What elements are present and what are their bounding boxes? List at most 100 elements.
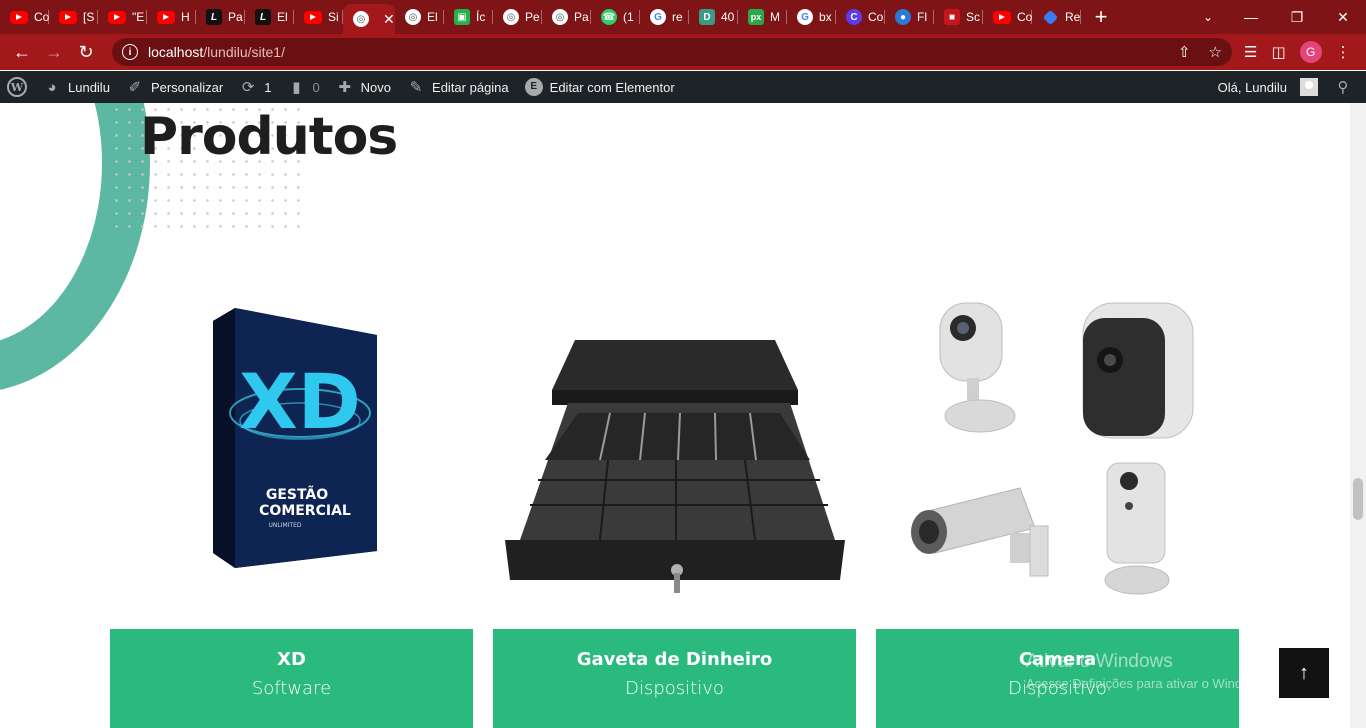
- site-name-label: Lundilu: [68, 79, 110, 95]
- tab-title: M: [770, 10, 780, 24]
- site-name-menu[interactable]: ◕ Lundilu: [35, 71, 118, 103]
- tab-title: Pe: [525, 10, 540, 24]
- product-name: XD: [277, 649, 306, 670]
- tab-title: El: [277, 10, 288, 24]
- tab-title: [S: [83, 10, 95, 24]
- menu-kebab-icon[interactable]: ⋮: [1336, 43, 1351, 61]
- restore-button[interactable]: ❐: [1274, 0, 1320, 34]
- bookmark-star-icon[interactable]: ☆: [1209, 43, 1222, 61]
- product-category: Dispositivo: [625, 678, 724, 699]
- tab-title: 40: [721, 10, 735, 24]
- comments-count: 0: [312, 79, 320, 95]
- back-to-top-button[interactable]: ↑: [1279, 648, 1329, 698]
- admin-search[interactable]: ⚲: [1326, 71, 1366, 103]
- red-icon: ■: [944, 9, 960, 25]
- tab-title: "E: [132, 10, 145, 24]
- edit-page-link[interactable]: ✎ Editar página: [399, 71, 517, 103]
- browser-tab[interactable]: Gbx: [787, 0, 836, 34]
- browser-tab[interactable]: px M: [738, 0, 787, 34]
- plus-icon: ✚: [338, 79, 351, 96]
- tab-title: El: [427, 10, 438, 24]
- google-icon: G: [797, 9, 813, 25]
- tab-title: H: [181, 10, 190, 24]
- browser-tab[interactable]: Gre: [640, 0, 689, 34]
- tab-title: Pa: [574, 10, 589, 24]
- address-bar[interactable]: i localhost/lundilu/site1/ ⇧ ☆: [112, 38, 1232, 66]
- xd-box-line3: UNLIMITED: [268, 522, 301, 529]
- product-card-xd[interactable]: XD Software: [110, 629, 473, 728]
- browser-tab[interactable]: ■ Sc: [934, 0, 983, 34]
- customize-link[interactable]: ✐ Personalizar: [118, 71, 231, 103]
- comments-link[interactable]: ▮ 0: [279, 71, 327, 103]
- updates-link[interactable]: ⟳ 1: [231, 71, 279, 103]
- tab-title: Pa: [228, 10, 243, 24]
- my-account-menu[interactable]: Olá, Lundilu: [1210, 71, 1326, 103]
- close-window-button[interactable]: ✕: [1320, 0, 1366, 34]
- minimize-button[interactable]: —: [1228, 0, 1274, 34]
- youtube-icon: [108, 10, 126, 24]
- browser-tab[interactable]: Re: [1032, 0, 1081, 34]
- green-square-icon: ▣: [454, 9, 470, 25]
- browser-tab[interactable]: ▣ Íc: [444, 0, 493, 34]
- browser-tab[interactable]: ◎ Pe: [493, 0, 542, 34]
- search-icon: ⚲: [1337, 79, 1349, 96]
- side-panel-icon[interactable]: ◫: [1271, 43, 1285, 61]
- browser-tab[interactable]: Co: [983, 0, 1032, 34]
- browser-tab[interactable]: ◎ Pa: [542, 0, 591, 34]
- browser-tab[interactable]: Co: [0, 0, 49, 34]
- product-card-gaveta[interactable]: Gaveta de Dinheiro Dispositivo: [493, 629, 856, 728]
- px-icon: px: [748, 9, 764, 25]
- browser-tab[interactable]: "E: [98, 0, 147, 34]
- share-icon[interactable]: ⇧: [1178, 43, 1191, 61]
- browser-tab[interactable]: C Co: [836, 0, 885, 34]
- browser-tab[interactable]: ◎ ✕: [343, 4, 395, 34]
- browser-tab[interactable]: L Pa: [196, 0, 245, 34]
- edit-with-elementor-link[interactable]: E Editar com Elementor: [517, 71, 683, 103]
- wp-logo-menu[interactable]: W: [0, 71, 35, 103]
- forward-button[interactable]: →: [38, 36, 70, 68]
- tab-close-icon[interactable]: ✕: [383, 11, 395, 28]
- tab-title: (1: [623, 10, 634, 24]
- tab-title: Íc: [476, 10, 486, 24]
- youtube-icon: [993, 10, 1011, 24]
- browser-tab[interactable]: Si: [294, 0, 343, 34]
- profile-avatar[interactable]: G: [1299, 41, 1322, 63]
- greeting-label: Olá, Lundilu: [1217, 79, 1287, 95]
- site-info-icon[interactable]: i: [122, 44, 138, 60]
- browser-tab[interactable]: D 40: [689, 0, 738, 34]
- browser-tab[interactable]: [S: [49, 0, 98, 34]
- product-category: Software: [251, 678, 332, 699]
- browser-tab[interactable]: ◎ El: [395, 0, 444, 34]
- new-label: Novo: [360, 79, 392, 95]
- youtube-icon: [304, 10, 322, 24]
- media-queue-icon[interactable]: ☰: [1244, 43, 1257, 61]
- browser-tab[interactable]: ☎ (1: [591, 0, 640, 34]
- tab-title: Co: [1017, 10, 1032, 24]
- browser-tab[interactable]: H: [147, 0, 196, 34]
- xd-box-line2: COMERCIAL: [259, 503, 351, 519]
- browser-tab[interactable]: L El: [245, 0, 294, 34]
- tabs-container: Co [S "E H L Pa L El Si ◎ ✕ ◎ El ▣ Íc ◎ Pe ◎ Pa ☎ (1 Gre D 40 px…: [0, 0, 1081, 34]
- browser-tab[interactable]: ● Fl: [885, 0, 934, 34]
- reload-button[interactable]: ↻: [70, 36, 102, 68]
- window-controls: ⌄ — ❐ ✕: [1188, 0, 1366, 34]
- customize-label: Personalizar: [150, 79, 224, 95]
- page-scrollbar[interactable]: [1350, 103, 1366, 728]
- scrollbar-thumb[interactable]: [1353, 478, 1363, 520]
- tab-title: Sc: [966, 10, 981, 24]
- comment-bubble-icon: ▮: [292, 79, 301, 96]
- new-content-menu[interactable]: ✚ Novo: [328, 71, 399, 103]
- whatsapp-icon: ☎: [601, 9, 617, 25]
- product-name: Gaveta de Dinheiro: [576, 649, 773, 670]
- page-content: Produtos XD GESTÃO COMERCIAL UNLIMITED X…: [0, 103, 1350, 728]
- back-button[interactable]: ←: [6, 36, 38, 68]
- tab-title: Fl: [917, 10, 927, 24]
- edit-elementor-label: Editar com Elementor: [549, 79, 675, 95]
- arrow-up-icon: ↑: [1299, 661, 1309, 684]
- pencil-icon: ✎: [409, 79, 423, 96]
- tab-title: bx: [819, 10, 832, 24]
- wordpress-logo-icon: W: [7, 77, 27, 97]
- browser-toolbar: ← → ↻ i localhost/lundilu/site1/ ⇧ ☆ ☰ ◫…: [0, 34, 1366, 70]
- tab-search-chevron-icon[interactable]: ⌄: [1188, 0, 1228, 34]
- new-tab-button[interactable]: +: [1081, 0, 1121, 34]
